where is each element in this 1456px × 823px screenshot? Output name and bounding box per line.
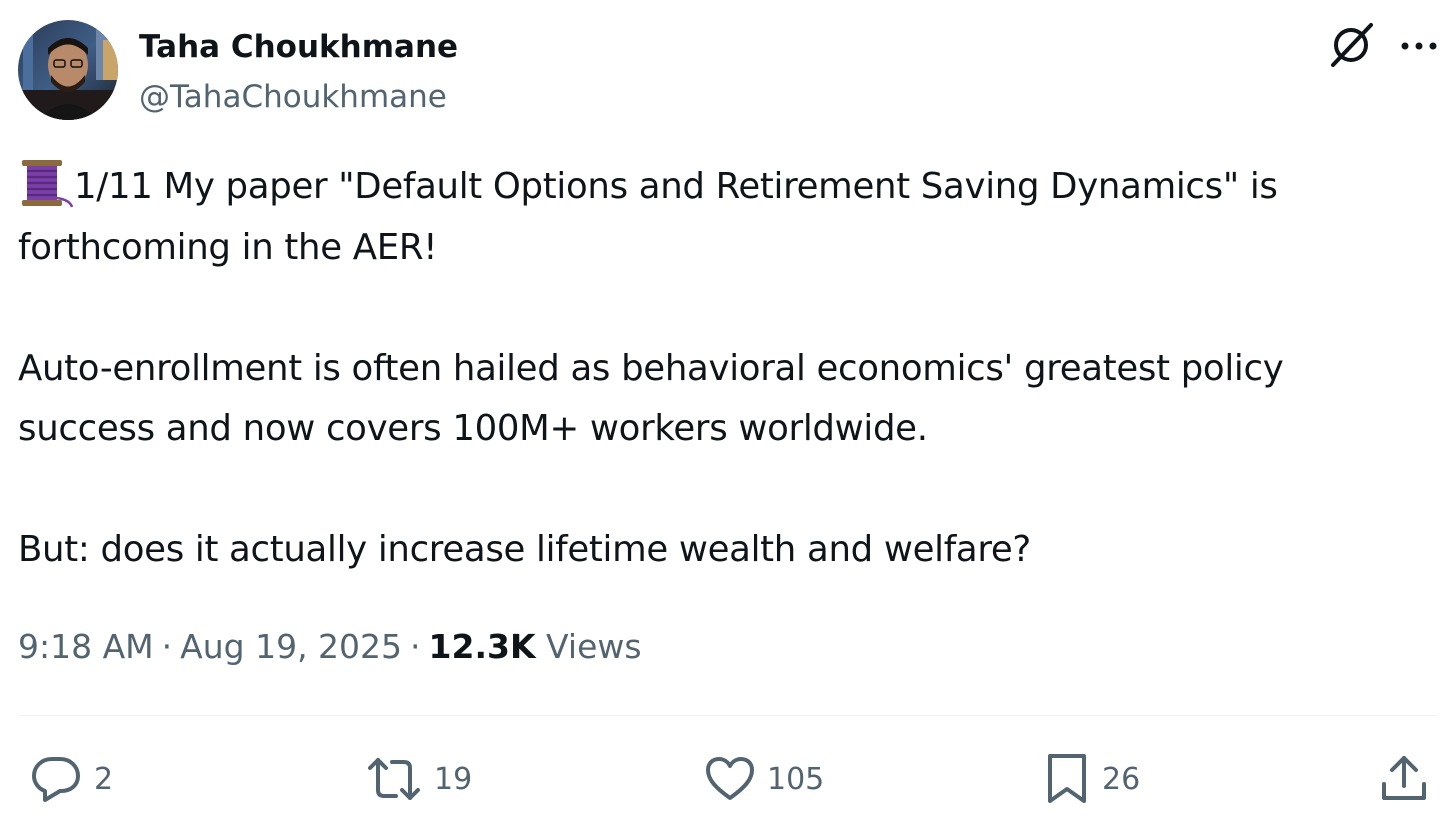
tweet-line-4: success and now covers 100M+ workers wor… xyxy=(18,408,928,449)
views-label: Views xyxy=(546,627,642,666)
meta-separator: · xyxy=(161,627,173,666)
grok-slash-icon[interactable] xyxy=(1326,20,1376,70)
meta-separator: · xyxy=(410,627,421,666)
bookmark-count: 26 xyxy=(1102,761,1141,797)
tweet-line-5: But: does it actually increase lifetime … xyxy=(18,529,1031,570)
tweet-meta: 9:18 AM · Aug 19, 2025 · 12.3K Views xyxy=(18,625,642,669)
reply-icon xyxy=(32,757,80,802)
tweet-line-1: 1/11 My paper "Default Options and Retir… xyxy=(18,157,1438,218)
tweet-line-1-text: 1/11 My paper "Default Options and Retir… xyxy=(74,166,1278,207)
heart-icon xyxy=(706,757,754,800)
tweet-time[interactable]: 9:18 AM xyxy=(18,627,154,666)
retweet-count: 19 xyxy=(434,761,473,797)
reply-button[interactable]: 2 xyxy=(30,752,113,806)
bookmark-icon xyxy=(1048,754,1086,803)
retweet-button[interactable]: 19 xyxy=(366,752,472,806)
bookmark-button[interactable]: 26 xyxy=(1046,752,1140,806)
tweet-line-2: forthcoming in the AER! xyxy=(18,226,438,268)
divider xyxy=(18,715,1438,716)
share-button[interactable] xyxy=(1380,752,1428,806)
reply-count: 2 xyxy=(94,761,114,797)
like-count: 105 xyxy=(767,761,825,797)
share-icon xyxy=(1382,756,1426,800)
tweet-line-3: Auto-enrollment is often hailed as behav… xyxy=(18,347,1284,389)
author-handle[interactable]: @TahaChoukhmane xyxy=(139,77,447,117)
author-display-name[interactable]: Taha Choukhmane xyxy=(139,27,458,67)
avatar[interactable] xyxy=(18,20,118,120)
like-button[interactable]: 105 xyxy=(705,752,824,806)
tweet-card: Taha Choukhmane @TahaChoukhmane 1/11 My … xyxy=(0,0,1456,823)
tweet-date[interactable]: Aug 19, 2025 xyxy=(180,627,402,666)
spool-of-thread-icon xyxy=(18,158,74,208)
more-dots-icon[interactable] xyxy=(1397,28,1441,64)
tweet-text: 1/11 My paper "Default Options and Retir… xyxy=(18,157,1438,581)
retweet-icon xyxy=(368,758,420,800)
views-count[interactable]: 12.3K xyxy=(429,627,536,666)
